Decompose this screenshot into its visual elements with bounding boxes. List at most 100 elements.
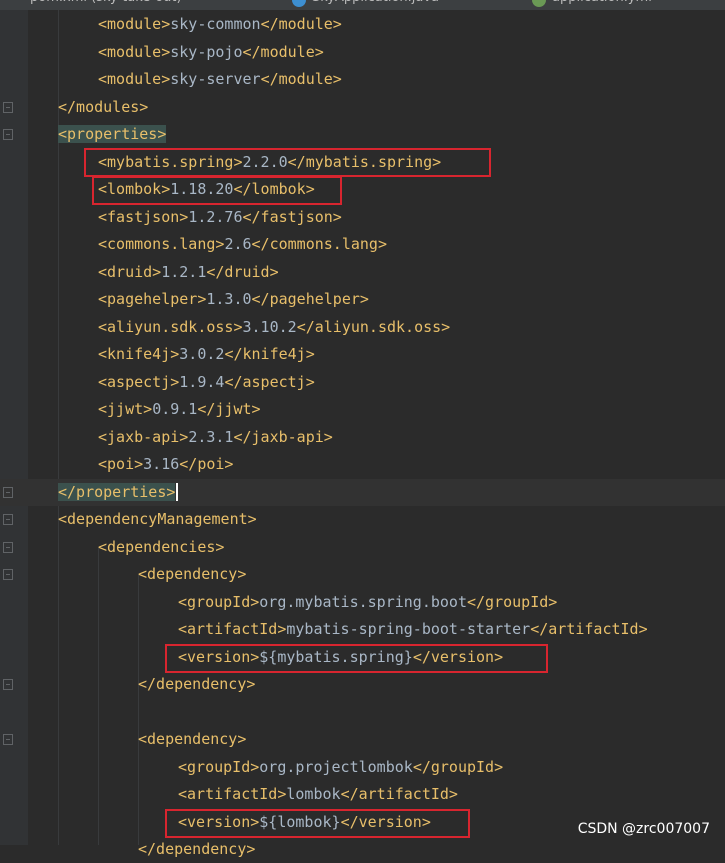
xml-text-value: sky-pojo xyxy=(170,42,243,61)
xml-text-value: 1.18.20 xyxy=(170,180,234,198)
code-line[interactable]: <jaxb-api>2.3.1</jaxb-api> xyxy=(0,424,725,451)
fold-marker-icon[interactable] xyxy=(3,541,13,553)
code-line[interactable]: </dependency> xyxy=(0,836,725,863)
xml-close-tag: </knife4j> xyxy=(224,345,315,363)
xml-open-tag: </properties> xyxy=(58,482,176,501)
code-line[interactable]: <module>sky-common</module> xyxy=(0,11,725,38)
xml-open-tag: <module> xyxy=(98,42,171,61)
xml-text-value: lombok xyxy=(286,785,341,803)
tab-pom-xml[interactable]: pom.xml (sky-take-out) xyxy=(30,0,182,10)
code-line[interactable]: <dependency> xyxy=(0,726,725,753)
fold-marker-icon[interactable] xyxy=(3,569,13,580)
code-line[interactable]: <poi>3.16</poi> xyxy=(0,451,725,478)
code-line[interactable]: <aliyun.sdk.oss>3.10.2</aliyun.sdk.oss> xyxy=(0,314,725,341)
xml-close-tag: </commons.lang> xyxy=(251,235,387,253)
xml-text-value: 3.10.2 xyxy=(242,317,297,336)
xml-open-tag: <commons.lang> xyxy=(98,235,225,253)
fold-marker-icon[interactable] xyxy=(3,101,13,113)
code-line[interactable]: <dependencies> xyxy=(0,534,725,561)
xml-open-tag: <artifactId> xyxy=(178,620,287,638)
xml-text-value: 0.9.1 xyxy=(152,400,198,418)
xml-text-value: org.mybatis.spring.boot xyxy=(259,592,467,611)
code-line[interactable]: <lombok>1.18.20</lombok> xyxy=(0,176,725,203)
fold-marker-icon[interactable] xyxy=(3,129,13,140)
xml-open-tag: <jaxb-api> xyxy=(98,427,189,446)
xml-close-tag: </version> xyxy=(412,647,504,666)
xml-open-tag: <dependencies> xyxy=(98,537,225,556)
xml-open-tag: <properties> xyxy=(58,125,167,143)
xml-close-tag: </module> xyxy=(260,70,342,88)
code-line[interactable]: <fastjson>1.2.76</fastjson> xyxy=(0,204,725,231)
xml-open-tag: </dependency> xyxy=(138,675,256,693)
xml-close-tag: </druid> xyxy=(206,262,279,281)
code-line[interactable]: </properties> xyxy=(0,478,725,506)
xml-open-tag: <version> xyxy=(178,812,260,831)
code-line[interactable]: <druid>1.2.1</druid> xyxy=(0,259,725,286)
xml-close-tag: </artifactId> xyxy=(530,620,648,638)
code-line[interactable]: <dependency> xyxy=(0,561,725,588)
xml-close-tag: </module> xyxy=(242,42,324,61)
code-line[interactable]: <pagehelper>1.3.0</pagehelper> xyxy=(0,286,725,313)
xml-open-tag: <dependency> xyxy=(138,565,247,583)
fold-marker-icon[interactable] xyxy=(3,486,13,498)
xml-open-tag: <fastjson> xyxy=(98,207,189,226)
code-line[interactable]: <version>${mybatis.spring}</version> xyxy=(0,644,725,671)
xml-open-tag: <module> xyxy=(98,70,171,88)
xml-close-tag: </module> xyxy=(260,15,342,33)
tab-sky-application[interactable]: SkyApplication.java xyxy=(312,0,439,10)
xml-text-value: org.projectlombok xyxy=(259,757,413,776)
xml-close-tag: </artifactId> xyxy=(340,785,458,803)
code-line[interactable]: <dependencyManagement> xyxy=(0,506,725,533)
xml-text-value: 3.0.2 xyxy=(179,345,225,363)
xml-text-value: 1.2.1 xyxy=(161,262,207,281)
xml-close-tag: </jjwt> xyxy=(197,400,261,418)
code-line[interactable]: <commons.lang>2.6</commons.lang> xyxy=(0,231,725,258)
xml-text-value: 2.6 xyxy=(224,235,252,253)
xml-open-tag: <module> xyxy=(98,15,171,33)
xml-open-tag: <groupId> xyxy=(178,757,260,776)
code-line[interactable]: <module>sky-server</module> xyxy=(0,66,725,93)
xml-open-tag: <groupId> xyxy=(178,592,260,611)
xml-close-tag: </pagehelper> xyxy=(251,290,369,308)
code-line[interactable]: <knife4j>3.0.2</knife4j> xyxy=(0,341,725,368)
xml-close-tag: </jaxb-api> xyxy=(233,427,333,446)
fold-marker-icon[interactable] xyxy=(3,734,13,745)
watermark: CSDN @zrc007007 xyxy=(577,821,710,837)
xml-close-tag: </mybatis.spring> xyxy=(287,152,442,171)
xml-open-tag: <mybatis.spring> xyxy=(98,152,243,171)
fold-marker-icon[interactable] xyxy=(3,514,13,525)
code-line[interactable]: <properties> xyxy=(0,121,725,148)
fold-marker-icon[interactable] xyxy=(3,679,13,690)
xml-open-tag: <knife4j> xyxy=(98,345,180,363)
code-line[interactable]: <artifactId>mybatis-spring-boot-starter<… xyxy=(0,616,725,643)
editor-tab-bar: pom.xml (sky-take-out) SkyApplication.ja… xyxy=(0,0,725,10)
xml-open-tag: <aliyun.sdk.oss> xyxy=(98,317,243,336)
xml-text-value: 1.2.76 xyxy=(188,207,243,226)
xml-text-value: sky-common xyxy=(170,15,261,33)
xml-text-value: ${lombok} xyxy=(259,812,341,831)
code-line[interactable]: </modules> xyxy=(0,94,725,121)
xml-open-tag: <poi> xyxy=(98,455,144,473)
xml-open-tag: <dependencyManagement> xyxy=(58,510,257,528)
code-line[interactable]: <aspectj>1.9.4</aspectj> xyxy=(0,369,725,396)
java-file-icon xyxy=(292,0,306,7)
code-line[interactable]: <groupId>org.mybatis.spring.boot</groupI… xyxy=(0,589,725,616)
code-line[interactable]: <jjwt>0.9.1</jjwt> xyxy=(0,396,725,423)
code-line[interactable]: </dependency> xyxy=(0,671,725,698)
code-line[interactable]: <groupId>org.projectlombok</groupId> xyxy=(0,754,725,781)
xml-open-tag: <artifactId> xyxy=(178,785,287,803)
xml-text-value: 2.2.0 xyxy=(242,152,288,171)
xml-close-tag: </groupId> xyxy=(412,757,504,776)
xml-close-tag: </lombok> xyxy=(233,180,315,198)
code-line[interactable]: <mybatis.spring>2.2.0</mybatis.spring> xyxy=(0,149,725,176)
tab-application-yml[interactable]: application.yml xyxy=(552,0,652,10)
xml-close-tag: </groupId> xyxy=(467,592,558,611)
code-line[interactable]: <artifactId>lombok</artifactId> xyxy=(0,781,725,808)
xml-text-value: sky-server xyxy=(170,70,261,88)
xml-text-value: mybatis-spring-boot-starter xyxy=(286,620,531,638)
code-line[interactable]: <module>sky-pojo</module> xyxy=(0,39,725,66)
xml-close-tag: </aliyun.sdk.oss> xyxy=(296,317,451,336)
code-line[interactable] xyxy=(0,699,725,726)
xml-close-tag: </aspectj> xyxy=(224,372,315,391)
xml-open-tag: <pagehelper> xyxy=(98,290,207,308)
